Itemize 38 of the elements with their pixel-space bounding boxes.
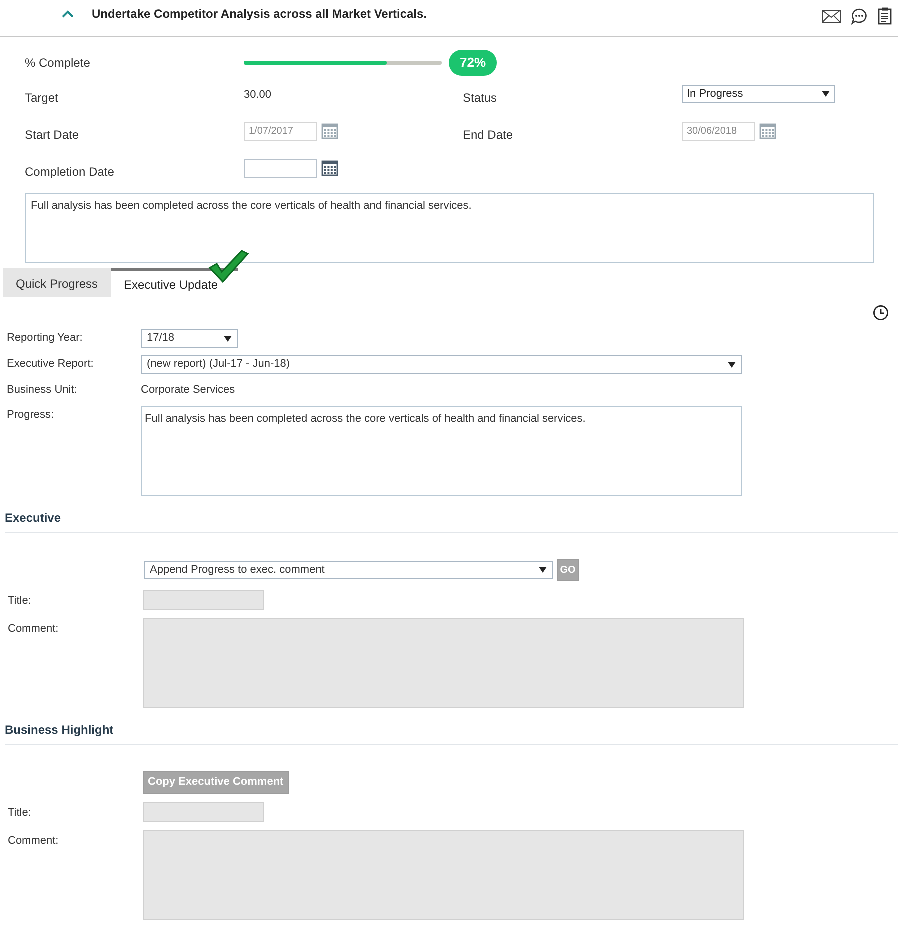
progress-textarea[interactable]: Full analysis has been completed across the core verticals of health and financial services. (141, 406, 742, 496)
complete-label: % Complete (25, 55, 92, 72)
field-label: Completion Date (25, 164, 116, 181)
dropdown-arrow-icon (539, 567, 547, 573)
dropdown-arrow-icon (822, 91, 830, 97)
form-label: Title: (8, 594, 32, 608)
action-dropdown[interactable]: Append Progress to exec. comment (144, 561, 553, 579)
field-label: Status (463, 90, 498, 107)
percent-badge: 72% (449, 50, 498, 76)
section-heading: Business Highlight (5, 722, 114, 736)
form-label: Executive Report: (7, 357, 95, 372)
chat-bubble-icon[interactable] (851, 8, 868, 24)
form-label: Comment: (8, 622, 60, 636)
section-heading: Executive (5, 510, 62, 524)
form-label: Business Unit: (7, 383, 78, 398)
clock-icon[interactable] (873, 305, 889, 321)
field-label: Target (25, 90, 60, 107)
clipboard-icon[interactable] (878, 7, 892, 25)
dropdown-arrow-icon (224, 336, 232, 342)
mail-icon[interactable] (822, 10, 841, 22)
form-label: Comment: (8, 834, 60, 848)
form-label: Reporting Year: (7, 331, 84, 346)
status-dropdown[interactable]: In Progress (682, 85, 835, 103)
collapse-chevron-icon[interactable] (62, 10, 74, 18)
date-field[interactable] (244, 159, 317, 178)
calendar-icon[interactable] (321, 159, 339, 177)
field-label: Start Date (25, 127, 80, 144)
form-label: Progress: (7, 408, 56, 422)
form-label: Title: (8, 806, 32, 820)
dropdown[interactable]: 17/18 (141, 329, 238, 348)
task-title: Undertake Competitor Analysis across all Market Verticals. (92, 6, 428, 23)
business-unit-value: Corporate Services (141, 383, 236, 398)
notes-textarea[interactable]: Full analysis has been completed across the core verticals of health and financial services. (25, 193, 874, 263)
field-label: End Date (463, 127, 514, 144)
field-value: 30.00 (244, 88, 272, 103)
tab[interactable]: Quick Progress (3, 268, 112, 297)
dropdown[interactable]: (new report) (Jul-17 - Jun-18) (141, 355, 742, 374)
dropdown-arrow-icon (728, 362, 736, 368)
